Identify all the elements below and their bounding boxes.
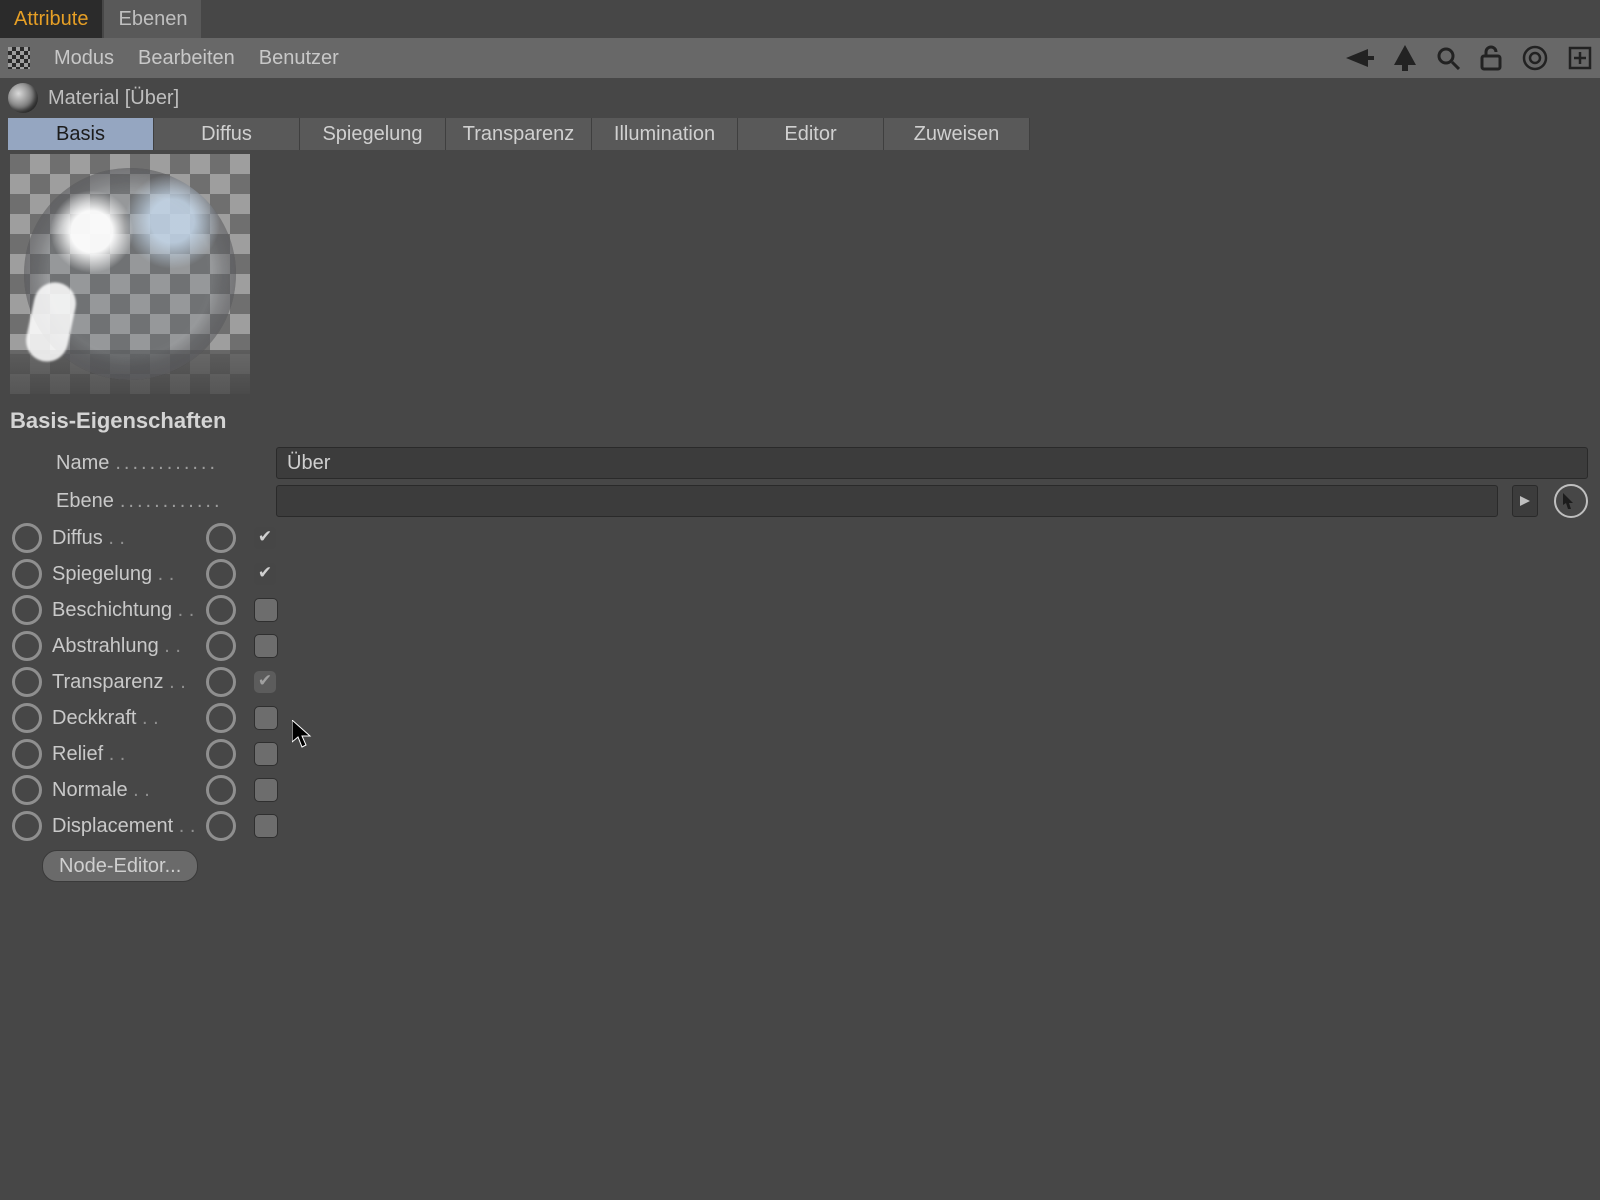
nav-up-icon[interactable] (1394, 45, 1416, 71)
label-abstrahlung: Abstrahlung . . (52, 635, 202, 658)
radio-right-spiegelung[interactable] (206, 559, 236, 589)
label-displacement: Displacement . . (52, 815, 202, 838)
radio-left-normale[interactable] (12, 775, 42, 805)
ebene-expand-button[interactable] (1512, 485, 1538, 517)
radio-left-diffus[interactable] (12, 523, 42, 553)
tab-spiegelung[interactable]: Spiegelung (300, 118, 446, 150)
node-editor-button[interactable]: Node-Editor... (42, 850, 198, 882)
menu-modus[interactable]: Modus (54, 47, 114, 70)
tab-basis[interactable]: Basis (8, 118, 154, 150)
channel-row-beschichtung: Beschichtung . . (12, 592, 1588, 628)
breadcrumb: Material [Über] (0, 78, 1600, 118)
radio-right-relief[interactable] (206, 739, 236, 769)
tab-transparenz[interactable]: Transparenz (446, 118, 592, 150)
tab-attribute[interactable]: Attribute (0, 0, 102, 38)
channel-row-deckkraft: Deckkraft . . (12, 700, 1588, 736)
label-relief: Relief . . (52, 743, 202, 766)
search-icon[interactable] (1436, 46, 1460, 70)
channel-row-displacement: Displacement . . (12, 808, 1588, 844)
checkbox-relief[interactable] (254, 742, 278, 766)
channel-row-transparenz: Transparenz . . (12, 664, 1588, 700)
lock-open-icon[interactable] (1480, 45, 1502, 71)
material-preview[interactable] (10, 154, 250, 394)
label-spiegelung: Spiegelung . . (52, 563, 202, 586)
label-deckkraft: Deckkraft . . (52, 707, 202, 730)
channel-row-normale: Normale . . (12, 772, 1588, 808)
radio-left-abstrahlung[interactable] (12, 631, 42, 661)
ebene-picker-icon[interactable] (1554, 484, 1588, 518)
tab-diffus[interactable]: Diffus (154, 118, 300, 150)
label-name: Name ............ (12, 452, 266, 475)
checkbox-diffus[interactable] (254, 527, 276, 549)
label-diffus: Diffus . . (52, 527, 202, 550)
radio-left-deckkraft[interactable] (12, 703, 42, 733)
tab-ebenen[interactable]: Ebenen (104, 0, 201, 38)
radio-right-transparenz[interactable] (206, 667, 236, 697)
channel-row-spiegelung: Spiegelung . . (12, 556, 1588, 592)
label-beschichtung: Beschichtung . . (52, 599, 202, 622)
checkbox-transparenz[interactable] (254, 671, 276, 693)
label-ebene: Ebene ............ (12, 490, 266, 513)
checkbox-beschichtung[interactable] (254, 598, 278, 622)
radio-right-deckkraft[interactable] (206, 703, 236, 733)
channel-tabs: BasisDiffusSpiegelungTransparenzIllumina… (8, 118, 1600, 150)
channel-row-diffus: Diffus . . (12, 520, 1588, 556)
tab-illumination[interactable]: Illumination (592, 118, 738, 150)
material-sphere-icon (8, 83, 38, 113)
label-transparenz: Transparenz . . (52, 671, 202, 694)
checkbox-spiegelung[interactable] (254, 563, 276, 585)
tab-editor[interactable]: Editor (738, 118, 884, 150)
grid-icon[interactable] (8, 47, 30, 69)
radio-right-abstrahlung[interactable] (206, 631, 236, 661)
page-title: Material [Über] (48, 87, 179, 110)
nav-back-icon[interactable] (1346, 47, 1374, 69)
target-icon[interactable] (1522, 45, 1548, 71)
tab-zuweisen[interactable]: Zuweisen (884, 118, 1030, 150)
label-normale: Normale . . (52, 779, 202, 802)
channel-row-relief: Relief . . (12, 736, 1588, 772)
radio-left-displacement[interactable] (12, 811, 42, 841)
ebene-field[interactable] (276, 485, 1498, 517)
checkbox-displacement[interactable] (254, 814, 278, 838)
radio-left-relief[interactable] (12, 739, 42, 769)
radio-right-diffus[interactable] (206, 523, 236, 553)
checkbox-deckkraft[interactable] (254, 706, 278, 730)
channel-row-abstrahlung: Abstrahlung . . (12, 628, 1588, 664)
checkbox-abstrahlung[interactable] (254, 634, 278, 658)
menu-bearbeiten[interactable]: Bearbeiten (138, 47, 235, 70)
radio-left-spiegelung[interactable] (12, 559, 42, 589)
radio-left-transparenz[interactable] (12, 667, 42, 697)
section-header-basis: Basis-Eigenschaften (10, 402, 1590, 440)
checkbox-normale[interactable] (254, 778, 278, 802)
radio-left-beschichtung[interactable] (12, 595, 42, 625)
radio-right-displacement[interactable] (206, 811, 236, 841)
name-field[interactable]: Über (276, 447, 1588, 479)
radio-right-beschichtung[interactable] (206, 595, 236, 625)
radio-right-normale[interactable] (206, 775, 236, 805)
menu-benutzer[interactable]: Benutzer (259, 47, 339, 70)
menubar: Modus Bearbeiten Benutzer (0, 38, 1600, 78)
add-panel-icon[interactable] (1568, 46, 1592, 70)
